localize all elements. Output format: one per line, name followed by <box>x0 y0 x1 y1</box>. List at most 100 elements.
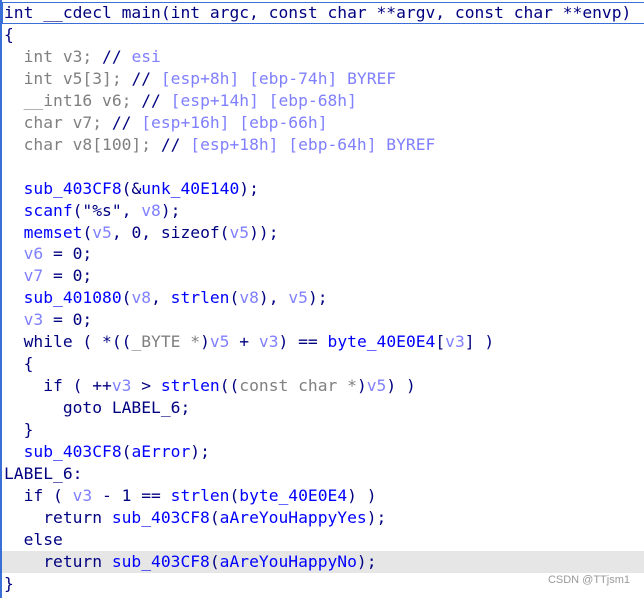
comment-text: [esp+18h] [ebp-64h] BYREF <box>190 134 436 154</box>
code-line[interactable]: char v8[100]; // [esp+18h] [ebp-64h] BYR… <box>2 134 644 156</box>
symbol-name[interactable]: byte_40E0E4 <box>239 486 347 505</box>
code-text: LABEL_6: <box>4 463 83 483</box>
code-line[interactable]: char v7; // [esp+16h] [ebp-66h] <box>2 112 644 134</box>
code-line[interactable]: sub_403CF8(aError); <box>2 441 644 463</box>
code-line[interactable]: __int16 v6; // [esp+14h] [ebp-68h] <box>2 90 644 112</box>
code-line[interactable]: LABEL_6: <box>2 463 644 485</box>
code-text: ); <box>366 507 387 527</box>
local-variable[interactable]: v5 <box>288 288 308 307</box>
code-line[interactable]: else <box>2 529 644 551</box>
code-line[interactable] <box>2 156 644 178</box>
local-variable[interactable]: v5 <box>210 332 230 351</box>
code-text: } <box>4 573 14 593</box>
code-line[interactable]: { <box>2 24 644 46</box>
code-text: ( <box>209 551 220 571</box>
code-line[interactable]: goto LABEL_6; <box>2 397 644 419</box>
code-line[interactable]: while ( *((_BYTE *)v5 + v3) == byte_40E0… <box>2 331 644 353</box>
code-text: return <box>4 551 112 571</box>
type-text: const char * <box>239 376 357 396</box>
code-line[interactable]: } <box>2 419 644 441</box>
code-line[interactable]: return sub_403CF8(aAreYouHappyYes); <box>2 507 644 529</box>
code-text: , <box>151 288 171 308</box>
symbol-name[interactable]: strlen <box>161 376 220 395</box>
symbol-name[interactable]: sub_403CF8 <box>24 442 122 461</box>
code-text: ] ) <box>464 332 495 352</box>
type-text: _BYTE * <box>131 332 201 352</box>
code-text: ), <box>258 288 289 308</box>
local-variable[interactable]: v3 <box>24 310 44 329</box>
symbol-name[interactable]: scanf <box>24 201 73 220</box>
code-text: ); <box>190 442 210 461</box>
type-text: int v3; <box>4 46 103 66</box>
code-text: if ( ++ <box>4 376 112 396</box>
code-line[interactable]: if ( v3 - 1 == strlen(byte_40E0E4) ) <box>2 485 644 507</box>
code-line[interactable]: int v5[3]; // [esp+8h] [ebp-74h] BYREF <box>2 68 644 90</box>
code-text: // <box>111 112 142 132</box>
local-variable[interactable]: v8 <box>131 288 151 307</box>
local-variable[interactable]: v7 <box>24 266 44 285</box>
code-text: while ( *(( <box>4 332 132 352</box>
symbol-name[interactable]: aAreYouHappyNo <box>220 552 357 571</box>
code-text: = 0; <box>43 266 93 286</box>
code-text: )); <box>249 222 279 242</box>
symbol-name[interactable]: byte_40E0E4 <box>328 332 436 351</box>
code-line[interactable]: memset(v5, 0, sizeof(v5)); <box>2 222 644 244</box>
code-line[interactable]: v6 = 0; <box>2 243 644 265</box>
code-text: goto LABEL_6; <box>4 398 191 418</box>
code-text: = 0; <box>43 310 93 330</box>
code-text: ( <box>229 485 240 505</box>
local-variable[interactable]: v5 <box>92 223 112 242</box>
local-variable[interactable]: v3 <box>112 376 132 395</box>
type-text: __int16 v6; <box>4 90 142 110</box>
type-text: char v8[100]; <box>4 134 161 154</box>
code-line[interactable]: { <box>2 353 644 375</box>
comment-text: esi <box>131 46 161 66</box>
code-text: ); <box>356 551 377 571</box>
type-text: char v7; <box>4 112 112 132</box>
symbol-name[interactable]: memset <box>24 223 83 242</box>
local-variable[interactable]: v8 <box>239 288 259 307</box>
symbol-name[interactable]: strlen <box>171 486 230 505</box>
symbol-name[interactable]: sub_403CF8 <box>24 179 122 198</box>
code-line[interactable]: int v3; // esi <box>2 46 644 68</box>
code-line[interactable]: scanf("%s", v8); <box>2 200 644 222</box>
code-text: ); <box>239 178 259 198</box>
code-text: ) <box>356 376 367 396</box>
pseudocode-view[interactable]: int __cdecl main(int argc, const char **… <box>0 0 644 598</box>
symbol-name[interactable]: sub_403CF8 <box>112 552 210 571</box>
symbol-name[interactable]: unk_40E140 <box>141 179 239 198</box>
local-variable[interactable]: v3 <box>259 332 279 351</box>
comment-text: [esp+16h] [ebp-66h] <box>141 112 328 132</box>
code-text: // <box>102 46 132 66</box>
watermark: CSDN @TTjsm1 <box>547 574 630 586</box>
code-line[interactable]: sub_403CF8(&unk_40E140); <box>2 178 644 200</box>
code-text: // <box>131 68 161 88</box>
code-text: // <box>160 134 191 154</box>
local-variable[interactable]: v6 <box>24 244 44 263</box>
local-variable[interactable]: v3 <box>73 486 93 505</box>
symbol-name[interactable]: sub_403CF8 <box>112 508 210 527</box>
symbol-name[interactable]: sub_401080 <box>24 288 122 307</box>
code-text: + <box>229 332 259 352</box>
code-text: ( <box>121 288 132 308</box>
code-line[interactable]: return sub_403CF8(aAreYouHappyNo); <box>2 550 644 573</box>
symbol-name[interactable]: aAreYouHappyYes <box>220 508 367 527</box>
code-line[interactable]: sub_401080(v8, strlen(v8), v5); <box>2 287 644 309</box>
local-variable[interactable]: v5 <box>230 223 250 242</box>
code-line[interactable]: if ( ++v3 > strlen((const char *)v5) ) <box>2 375 644 397</box>
code-text: ( <box>229 288 240 308</box>
code-line[interactable]: v3 = 0; <box>2 309 644 331</box>
symbol-name[interactable]: strlen <box>171 288 230 307</box>
symbol-name[interactable]: aError <box>131 442 190 461</box>
code-line[interactable]: v7 = 0; <box>2 265 644 287</box>
local-variable[interactable]: v5 <box>367 376 387 395</box>
local-variable[interactable]: v3 <box>445 332 465 351</box>
code-line[interactable]: int __cdecl main(int argc, const char **… <box>2 2 644 24</box>
local-variable[interactable]: v8 <box>141 201 161 220</box>
